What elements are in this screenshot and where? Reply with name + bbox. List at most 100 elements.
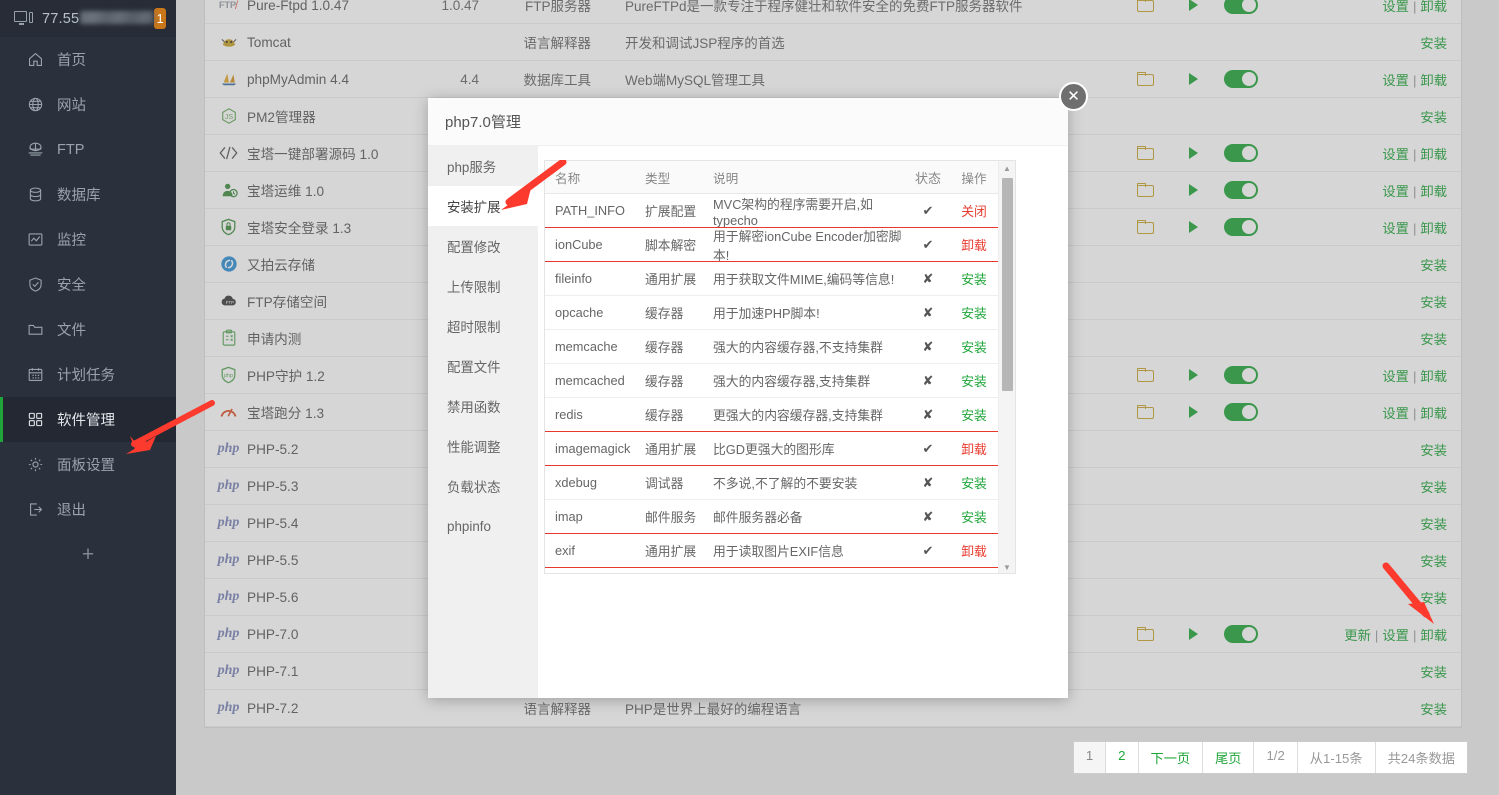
extension-scrollbar[interactable]: ▲ ▼ <box>998 161 1015 573</box>
sidebar-item-8[interactable]: 软件管理 <box>0 397 176 442</box>
action-link[interactable]: 卸载 <box>1420 0 1447 14</box>
action-link[interactable]: 卸载 <box>1420 628 1447 643</box>
action-link[interactable]: 设置 <box>1382 221 1409 236</box>
scrollbar-thumb[interactable] <box>1002 178 1013 391</box>
sidebar-item-label: 退出 <box>57 503 86 519</box>
start-icon[interactable] <box>1169 221 1217 233</box>
modal-nav-item[interactable]: 上传限制 <box>428 266 538 306</box>
action-link[interactable]: 设置 <box>1382 0 1409 14</box>
action-link[interactable]: 卸载 <box>1420 147 1447 162</box>
open-folder-icon[interactable] <box>1121 72 1169 86</box>
start-icon[interactable] <box>1169 73 1217 85</box>
app-name-cell: Tomcat <box>205 33 397 52</box>
action-link[interactable]: 安装 <box>1420 332 1447 347</box>
extension-action-link[interactable]: 卸载 <box>961 238 987 253</box>
action-link[interactable]: 设置 <box>1382 369 1409 384</box>
enable-toggle[interactable] <box>1217 0 1265 14</box>
modal-nav-item[interactable]: 负载状态 <box>428 466 538 506</box>
extension-name: imagemagick <box>555 441 631 456</box>
modal-nav-item[interactable]: php服务 <box>428 146 538 186</box>
action-link[interactable]: 卸载 <box>1420 73 1447 88</box>
sidebar-item-7[interactable]: 计划任务 <box>0 352 176 397</box>
start-icon[interactable] <box>1169 406 1217 418</box>
open-folder-icon[interactable] <box>1121 183 1169 197</box>
action-link[interactable]: 安装 <box>1420 554 1447 569</box>
extension-action-link[interactable]: 安装 <box>961 340 987 355</box>
enable-toggle[interactable] <box>1217 70 1265 88</box>
pagination-item[interactable]: 下一页 <box>1139 742 1204 773</box>
action-link[interactable]: 卸载 <box>1420 221 1447 236</box>
notification-badge[interactable]: 1 <box>154 8 166 29</box>
enable-toggle[interactable] <box>1217 144 1265 162</box>
open-folder-icon[interactable] <box>1121 0 1169 12</box>
action-link[interactable]: 卸载 <box>1420 369 1447 384</box>
action-link[interactable]: 安装 <box>1420 443 1447 458</box>
scroll-down-icon[interactable]: ▼ <box>999 560 1015 573</box>
sidebar-item-6[interactable]: 文件 <box>0 307 176 352</box>
extension-action-link[interactable]: 安装 <box>961 408 987 423</box>
sidebar-item-9[interactable]: 面板设置 <box>0 442 176 487</box>
sidebar-item-0[interactable]: 首页 <box>0 37 176 82</box>
enable-toggle[interactable] <box>1217 625 1265 643</box>
action-link[interactable]: 安装 <box>1420 295 1447 310</box>
action-link[interactable]: 安装 <box>1420 702 1447 717</box>
modal-nav-item[interactable]: phpinfo <box>428 506 538 546</box>
extension-action-link[interactable]: 卸载 <box>961 442 987 457</box>
action-link[interactable]: 安装 <box>1420 110 1447 125</box>
open-folder-icon[interactable] <box>1121 627 1169 641</box>
start-icon[interactable] <box>1169 184 1217 196</box>
action-link[interactable]: 安装 <box>1420 480 1447 495</box>
action-link[interactable]: 安装 <box>1420 517 1447 532</box>
action-link[interactable]: 设置 <box>1382 406 1409 421</box>
modal-nav-item[interactable]: 配置修改 <box>428 226 538 266</box>
action-link[interactable]: 卸载 <box>1420 184 1447 199</box>
extension-action-link[interactable]: 安装 <box>961 272 987 287</box>
sidebar-item-2[interactable]: FTP <box>0 127 176 172</box>
sidebar-item-5[interactable]: 安全 <box>0 262 176 307</box>
open-folder-icon[interactable] <box>1121 405 1169 419</box>
start-icon[interactable] <box>1169 147 1217 159</box>
action-link[interactable]: 卸载 <box>1420 406 1447 421</box>
sidebar-item-1[interactable]: 网站 <box>0 82 176 127</box>
action-link[interactable]: 设置 <box>1382 73 1409 88</box>
modal-nav-item[interactable]: 超时限制 <box>428 306 538 346</box>
enable-toggle[interactable] <box>1217 366 1265 384</box>
open-folder-icon[interactable] <box>1121 220 1169 234</box>
extension-action-link[interactable]: 安装 <box>961 306 987 321</box>
modal-nav-item[interactable]: 配置文件 <box>428 346 538 386</box>
action-links: 安装 <box>1420 440 1461 459</box>
sidebar-item-10[interactable]: 退出 <box>0 487 176 532</box>
extension-action-link[interactable]: 卸载 <box>961 544 987 559</box>
pagination-item[interactable]: 尾页 <box>1203 742 1255 773</box>
extension-action-link[interactable]: 关闭 <box>961 204 987 219</box>
extension-action-link[interactable]: 安装 <box>961 374 987 389</box>
open-folder-icon[interactable] <box>1121 146 1169 160</box>
enable-toggle[interactable] <box>1217 181 1265 199</box>
action-link[interactable]: 安装 <box>1420 591 1447 606</box>
action-link[interactable]: 安装 <box>1420 36 1447 51</box>
extension-action-link[interactable]: 安装 <box>961 476 987 491</box>
sidebar-item-4[interactable]: 监控 <box>0 217 176 262</box>
modal-nav-item[interactable]: 安装扩展 <box>428 186 538 226</box>
open-folder-icon[interactable] <box>1121 368 1169 382</box>
modal-nav-item[interactable]: 性能调整 <box>428 426 538 466</box>
action-link[interactable]: 安装 <box>1420 258 1447 273</box>
action-links: 设置 | 卸载 <box>1382 70 1461 89</box>
action-link[interactable]: 更新 <box>1344 628 1371 643</box>
scroll-up-icon[interactable]: ▲ <box>999 161 1015 176</box>
extension-action-link[interactable]: 安装 <box>961 510 987 525</box>
sidebar-item-3[interactable]: 数据库 <box>0 172 176 217</box>
enable-toggle[interactable] <box>1217 403 1265 421</box>
start-icon[interactable] <box>1169 369 1217 381</box>
action-link[interactable]: 设置 <box>1382 184 1409 199</box>
close-icon[interactable]: ✕ <box>1059 82 1088 111</box>
modal-nav-item[interactable]: 禁用函数 <box>428 386 538 426</box>
action-link[interactable]: 设置 <box>1382 147 1409 162</box>
pagination-item[interactable]: 2 <box>1106 742 1139 773</box>
add-button[interactable]: + <box>0 532 176 576</box>
enable-toggle[interactable] <box>1217 218 1265 236</box>
action-link[interactable]: 设置 <box>1382 628 1409 643</box>
action-link[interactable]: 安装 <box>1420 665 1447 680</box>
start-icon[interactable] <box>1169 628 1217 640</box>
start-icon[interactable] <box>1169 0 1217 11</box>
